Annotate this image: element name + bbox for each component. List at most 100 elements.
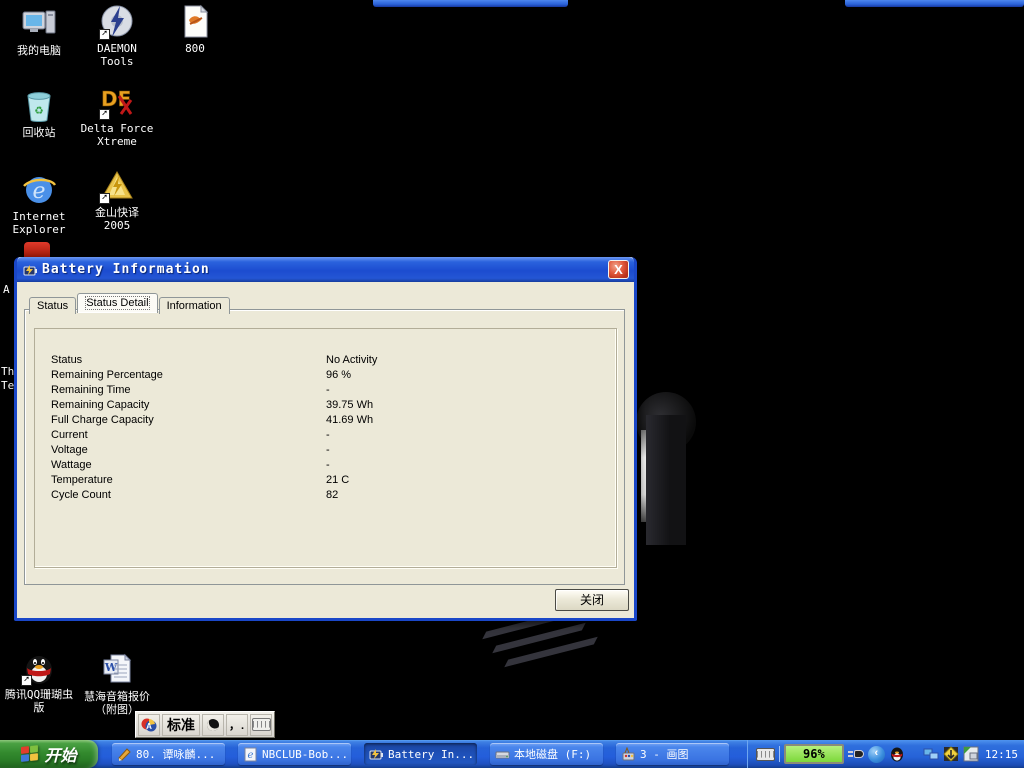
desktop-icon-delta-force[interactable]: DF ➚ Delta Force Xtreme (78, 84, 156, 148)
taskbar-button-local-disk[interactable]: 本地磁盘 (F:) (490, 743, 603, 765)
battery-icon (369, 747, 384, 762)
battery-percent-indicator[interactable]: 96% (784, 744, 844, 764)
taskbar-button-paint-group[interactable]: 3 - 画图 (616, 743, 729, 765)
daemon-tools-icon: ➚ (99, 4, 135, 40)
network-tray-icon[interactable] (923, 746, 939, 762)
status-row: StatusNo Activity (51, 352, 606, 367)
desktop-icon-huihai-doc[interactable]: W 慧海音箱报价 （附图） (78, 652, 156, 716)
taskbar-button-label: 3 - 画图 (640, 746, 689, 762)
battery-information-window: Battery Information X Status Status Deta… (14, 257, 637, 621)
partial-window-edge (373, 0, 568, 7)
soft-keyboard-button[interactable] (250, 714, 272, 736)
qq-tray-icon[interactable] (889, 746, 905, 762)
document-icon (177, 4, 213, 40)
label-fragment: A (3, 283, 10, 296)
shortcut-arrow-icon: ➚ (99, 109, 110, 120)
wallpaper-shape (641, 430, 646, 522)
status-detail-panel: StatusNo Activity Remaining Percentage96… (24, 309, 625, 585)
desktop-icon-label: 800 (156, 42, 234, 55)
taskbar-button-battery[interactable]: Battery In... (364, 743, 477, 765)
row-value: 96 % (326, 369, 351, 381)
desktop-icon-qq[interactable]: ➚ 腾讯QQ珊瑚虫 版 (0, 650, 78, 714)
shortcut-arrow-icon: ➚ (21, 675, 32, 686)
dialog-close-button[interactable]: 关闭 (555, 589, 629, 611)
desktop-icon-label2: 2005 (78, 219, 156, 232)
ime-logo-icon[interactable]: A (138, 714, 160, 736)
status-row: Voltage- (51, 442, 606, 457)
desktop-icon-800[interactable]: 800 (156, 4, 234, 55)
daemon-tray-icon[interactable] (943, 746, 959, 762)
row-label: Voltage (51, 444, 326, 456)
window-title: Battery Information (42, 262, 210, 277)
row-label: Cycle Count (51, 489, 326, 501)
my-computer-icon (21, 6, 57, 42)
status-row: Current- (51, 427, 606, 442)
drive-icon (495, 747, 510, 762)
status-row: Remaining Time- (51, 382, 606, 397)
status-row: Wattage- (51, 457, 606, 472)
row-label: Remaining Percentage (51, 369, 326, 381)
hidden-desktop-icon (24, 242, 50, 258)
ime-language-bar: A 标准 ，. (135, 711, 275, 738)
keyboard-tray-icon[interactable] (756, 748, 775, 761)
ac-plug-icon[interactable] (848, 749, 864, 759)
tray-clock[interactable]: 12:15 (983, 748, 1018, 761)
row-value: No Activity (326, 354, 377, 366)
shortcut-arrow-icon: ➚ (99, 193, 110, 204)
dialog-tabstrip: Status Status Detail Information (29, 293, 231, 313)
desktop-icon-label: 慧海音箱报价 (78, 690, 156, 703)
row-label: Wattage (51, 459, 326, 471)
paint-icon (621, 747, 636, 762)
desktop-icon-label: 我的电脑 (0, 44, 78, 57)
taskbar-button-nbclub[interactable]: e NBCLUB-Bob... (238, 743, 351, 765)
crescent-moon-icon (205, 716, 222, 733)
svg-text:A: A (146, 722, 152, 731)
svg-text:e: e (32, 179, 45, 204)
app-tray-icon[interactable] (963, 746, 979, 762)
tab-status[interactable]: Status (29, 297, 76, 314)
status-row: Temperature21 C (51, 472, 606, 487)
taskbar-button-label: NBCLUB-Bob... (262, 748, 348, 761)
desktop-icon-my-computer[interactable]: 我的电脑 (0, 6, 78, 57)
qq-penguin-icon: ➚ (21, 650, 57, 686)
row-label: Temperature (51, 474, 326, 486)
desktop-icon-label: Internet (0, 210, 78, 223)
desktop-icon-label: Delta Force (78, 122, 156, 135)
ie-page-icon: e (243, 747, 258, 762)
partial-window-edge (845, 0, 1024, 7)
taskbar-button-media[interactable]: 80. 谭咏麟... (112, 743, 225, 765)
ime-mode-button[interactable]: 标准 (162, 714, 200, 736)
hide-icons-chevron[interactable]: ‹ (868, 746, 885, 763)
row-value: - (326, 459, 330, 471)
tab-information[interactable]: Information (159, 297, 230, 314)
windows-flag-icon (21, 745, 39, 763)
status-row: Full Charge Capacity41.69 Wh (51, 412, 606, 427)
ie-icon: e (21, 172, 57, 208)
shortcut-arrow-icon: ➚ (99, 29, 110, 40)
taskbar-button-label: 80. 谭咏麟... (136, 746, 215, 762)
start-button[interactable]: 开始 (0, 740, 98, 768)
desktop-icon-internet-explorer[interactable]: e Internet Explorer (0, 172, 78, 236)
desktop-icon-label: 金山快译 (78, 206, 156, 219)
fullwidth-toggle-button[interactable] (202, 714, 224, 736)
desktop-icon-label2: Xtreme (78, 135, 156, 148)
svg-text:e: e (248, 750, 254, 761)
desktop-icon-label: 腾讯QQ珊瑚虫 (0, 688, 78, 701)
row-value: 41.69 Wh (326, 414, 373, 426)
punctuation-toggle-button[interactable]: ，. (226, 714, 248, 736)
row-value: 21 C (326, 474, 349, 486)
tab-status-detail[interactable]: Status Detail (77, 293, 157, 313)
window-titlebar[interactable]: Battery Information X (17, 257, 634, 282)
desktop-icon-recycle-bin[interactable]: ♻ 回收站 (0, 88, 78, 139)
row-value: - (326, 429, 330, 441)
desktop-icon-daemon-tools[interactable]: ➚ DAEMON Tools (78, 4, 156, 68)
svg-text:♻: ♻ (35, 102, 44, 118)
row-label: Remaining Time (51, 384, 326, 396)
start-button-label: 开始 (44, 742, 76, 766)
word-doc-icon: W (99, 652, 135, 688)
recycle-bin-icon: ♻ (21, 88, 57, 124)
desktop-icon-kingsoft[interactable]: ➚ 金山快译 2005 (78, 168, 156, 232)
close-window-button[interactable]: X (608, 260, 629, 279)
desktop-icon-label: DAEMON Tools (78, 42, 156, 68)
row-value: - (326, 444, 330, 456)
